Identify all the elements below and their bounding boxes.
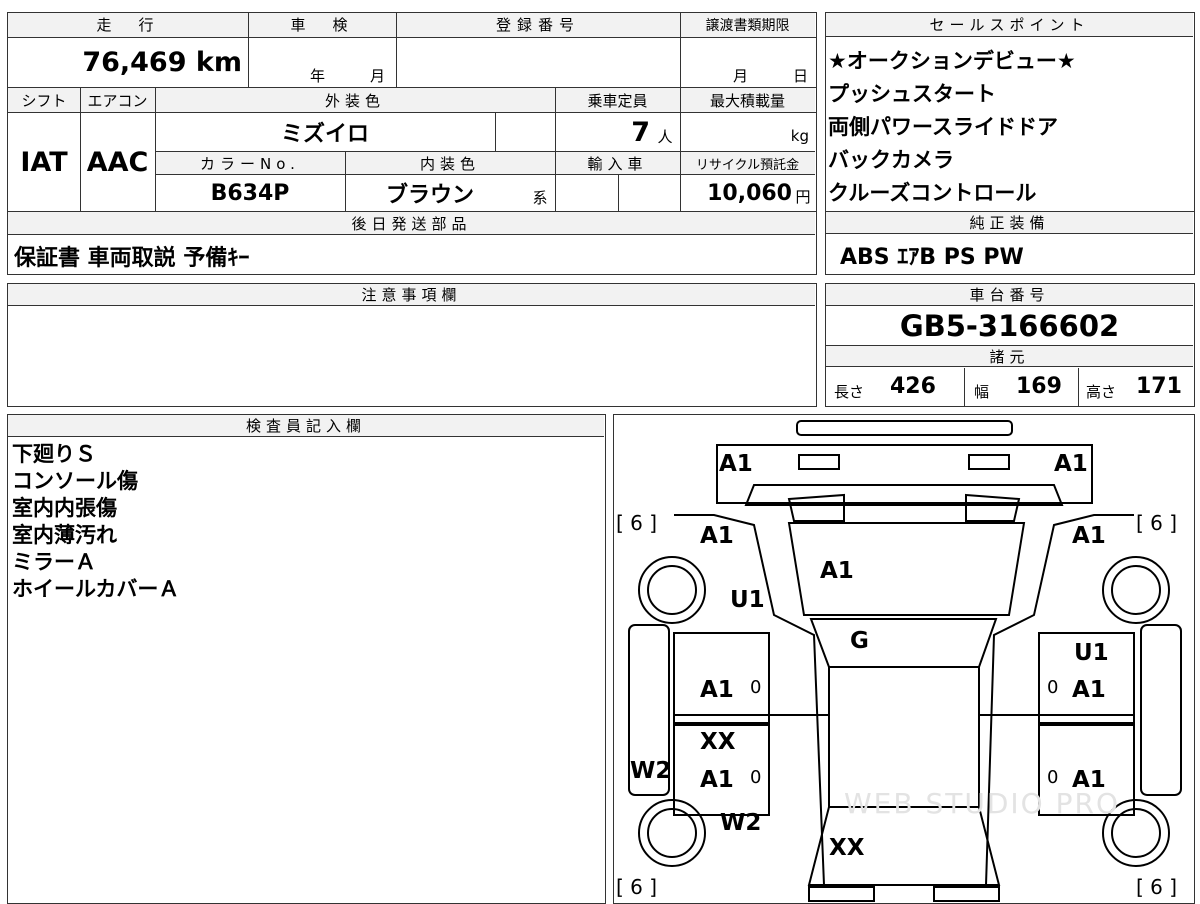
length-label: 長さ <box>834 383 865 401</box>
recycle-value: 10,060 <box>707 180 792 206</box>
inspector-line-6: ホイールカバーＡ <box>12 577 180 601</box>
recycle-header: リサイクル預託金 <box>695 157 800 173</box>
color-no-value: B634P <box>210 180 290 206</box>
mark-front-door-left: A1 <box>700 677 734 703</box>
mark-windshield: G <box>850 628 869 654</box>
color-no-header: カラーNo. <box>200 154 300 173</box>
mark-rear-fender-left: W2 <box>720 810 762 836</box>
max-load-unit: kg <box>790 127 809 145</box>
chassis-box: 車台番号 GB5-3166602 諸元 長さ 426 幅 169 高さ 171 <box>825 283 1195 407</box>
mark-front-door-right-u: U1 <box>1074 640 1109 666</box>
mark-bonnet: A1 <box>820 558 854 584</box>
later-parts-header: 後日発送部品 <box>8 212 815 234</box>
ac-header: エアコン <box>87 91 148 110</box>
recycle-unit: 円 <box>795 187 811 206</box>
width-value: 169 <box>1016 374 1062 399</box>
tire-front-left: [ 6 ] <box>616 511 658 535</box>
mark-front-bumper-left: A1 <box>719 451 753 477</box>
notes-header: 注意事項欄 <box>8 284 815 306</box>
equipment-header: 純正装備 <box>826 212 1193 234</box>
equipment-value: ABS ｴｱB PS PW <box>840 245 1024 270</box>
inspector-line-1: 下廻りＳ <box>12 442 96 466</box>
mark-door-small-4: 0 <box>1047 767 1059 788</box>
deadline-day-unit: 日 <box>793 67 809 85</box>
max-load-header: 最大積載量 <box>709 91 785 110</box>
shaken-year-unit: 年 <box>310 67 326 85</box>
capacity-unit: 人 <box>657 127 673 146</box>
mark-side-left: W2 <box>630 758 672 784</box>
car-diagram-box: WEB STUDIO PRO A1 A1 A1 A1 A1 U1 G U1 A1… <box>613 414 1195 904</box>
equipment-box: 純正装備 ABS ｴｱB PS PW <box>825 211 1195 275</box>
import-header: 輸入車 <box>587 154 648 173</box>
inspector-line-5: ミラーＡ <box>12 550 96 574</box>
int-color-header: 内装色 <box>419 154 480 173</box>
sales-point-3: 両側パワースライドドア <box>828 115 1058 139</box>
width-label: 幅 <box>974 383 990 401</box>
inspector-header: 検査員記入欄 <box>8 415 604 437</box>
inspector-box: 検査員記入欄 下廻りＳ コンソール傷 室内内張傷 室内薄汚れ ミラーＡ ホイール… <box>7 414 606 904</box>
mark-roof-rear: XX <box>829 835 865 861</box>
mark-door-small-3: 0 <box>750 767 762 788</box>
inspector-line-3: 室内内張傷 <box>12 496 117 520</box>
deadline-month-unit: 月 <box>733 67 749 85</box>
mark-door-small-2: 0 <box>1047 677 1059 698</box>
chassis-value: GB5-3166602 <box>899 309 1120 343</box>
capacity-value: 7 <box>631 116 650 148</box>
chassis-header: 車台番号 <box>826 284 1193 306</box>
capacity-header: 乗車定員 <box>587 91 648 110</box>
registration-header: 登録番号 <box>396 13 680 37</box>
mileage-value: 76,469 km <box>82 46 242 78</box>
mark-rear-door-left-xx: XX <box>700 729 736 755</box>
shift-header: シフト <box>21 91 67 110</box>
sales-points-header: セールスポイント <box>826 13 1193 37</box>
inspector-line-4: 室内薄汚れ <box>12 523 117 547</box>
deadline-header: 譲渡書類期限 <box>680 13 815 37</box>
shift-value: IAT <box>20 146 68 178</box>
ext-color-value: ミズイロ <box>280 122 369 147</box>
mark-front-fender-left: A1 <box>700 523 734 549</box>
sales-point-1: ★オークションデビュー★ <box>828 49 1076 73</box>
mileage-header: 走 行 <box>8 13 248 37</box>
mark-rear-door-left: A1 <box>700 767 734 793</box>
mark-front-fender-right: A1 <box>1072 523 1106 549</box>
tire-front-right: [ 6 ] <box>1136 511 1178 535</box>
notes-box: 注意事項欄 <box>7 283 817 407</box>
specs-header: 諸元 <box>826 345 1193 367</box>
tire-rear-right: [ 6 ] <box>1136 875 1178 899</box>
mark-front-left-u: U1 <box>730 587 765 613</box>
sales-point-4: バックカメラ <box>828 148 954 172</box>
mark-door-small-1: 0 <box>750 677 762 698</box>
sales-points-box: セールスポイント ★オークションデビュー★ プッシュスタート 両側パワースライド… <box>825 12 1195 212</box>
inspector-line-2: コンソール傷 <box>12 469 138 493</box>
height-value: 171 <box>1136 374 1182 399</box>
later-parts-value: 保証書 車両取説 予備ｷｰ <box>14 246 250 271</box>
height-label: 高さ <box>1086 383 1117 401</box>
mark-front-bumper-right: A1 <box>1054 451 1088 477</box>
shaken-header: 車 検 <box>248 13 396 37</box>
length-value: 426 <box>890 374 936 399</box>
ac-value: AAC <box>86 146 149 178</box>
sales-point-5: クルーズコントロール <box>828 181 1037 205</box>
int-color-value: ブラウン <box>385 183 474 208</box>
mark-front-door-right: A1 <box>1072 677 1106 703</box>
tire-rear-left: [ 6 ] <box>616 875 658 899</box>
ext-color-header: 外装色 <box>324 91 385 110</box>
sales-point-2: プッシュスタート <box>828 82 996 106</box>
vehicle-info-table: 走 行 車 検 登録番号 譲渡書類期限 76,469 km 年 月 月 日 シフ… <box>7 12 817 275</box>
shaken-month-unit: 月 <box>370 67 386 85</box>
mark-rear-door-right: A1 <box>1072 767 1106 793</box>
int-color-suffix: 系 <box>532 188 548 207</box>
